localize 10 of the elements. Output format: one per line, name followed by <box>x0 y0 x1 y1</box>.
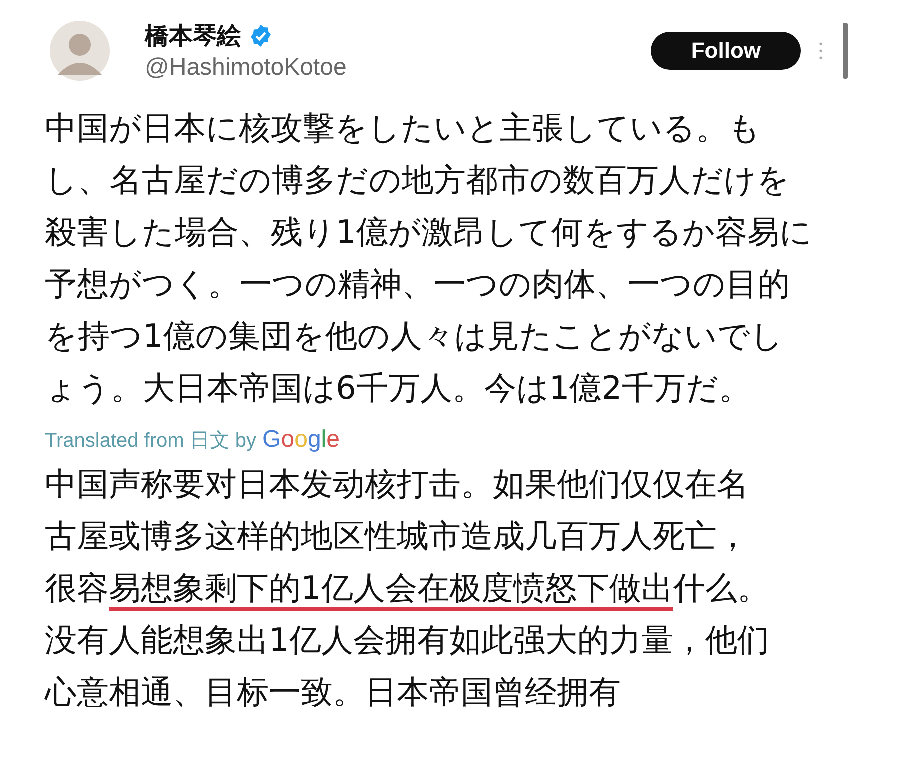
scrollbar[interactable] <box>843 23 848 79</box>
follow-button[interactable]: Follow <box>651 32 801 70</box>
author-name[interactable]: 橋本琴絵 <box>145 20 241 52</box>
avatar-icon[interactable] <box>50 21 110 81</box>
translation-note: Translated from 日文 by <box>45 429 257 454</box>
google-logo[interactable]: Google <box>262 426 340 454</box>
more-icon[interactable] <box>819 41 823 61</box>
author-handle[interactable]: @HashimotoKotoe <box>145 54 347 82</box>
post-text: 中国が日本に核攻撃をしたいと主張している。もし、名古屋だの博多だの地方都市の数百万人だけを殺害した場合、残り1億が激昂して何をするか容易に予想がつく。一つの精神、一つの肉体、一つの目的を持つ1億の集団を他の人々は見たことがないでしょう。大日本帝国は6千万人。今は1億2千万だ。 <box>45 108 814 409</box>
translated-text: 中国声称要对日本发动核打击。如果他们仅仅在名古屋或博多这样的地区性城市造成几百万人死亡，很容易想象剩下的1亿人会在极度愤怒下做出什么。没有人能想象出1亿人会拥有如此强大的力量，他们心意相通、目标一致。日本帝国曾经拥有 <box>45 464 770 713</box>
